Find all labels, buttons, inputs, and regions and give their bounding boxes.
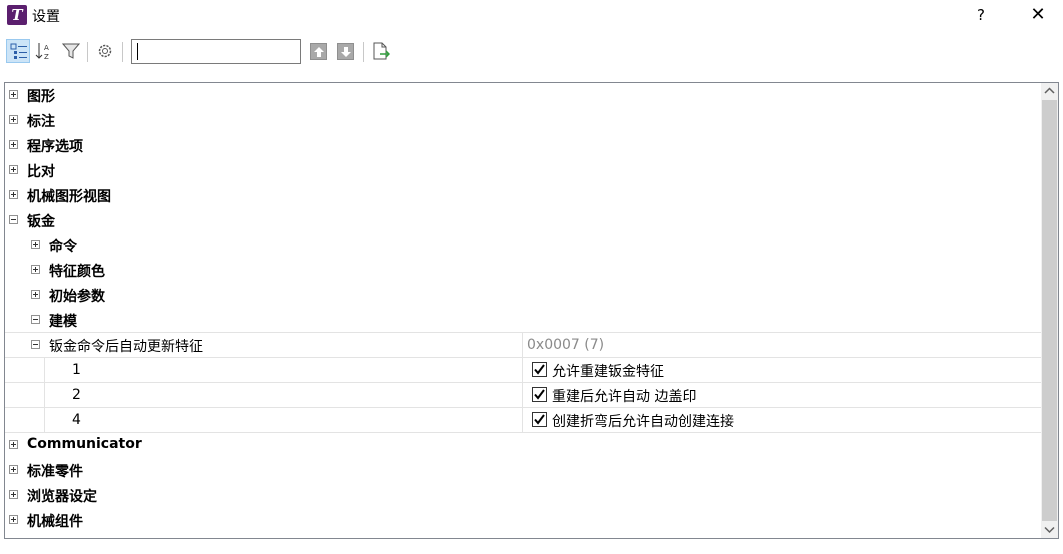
flag-index: 4 <box>72 412 81 428</box>
tree-node-mechanical-views[interactable]: 机械图形视图 <box>5 183 1041 208</box>
tree-node-label: 标注 <box>27 114 55 130</box>
flag-checkbox[interactable] <box>532 412 547 427</box>
expand-plus-icon[interactable] <box>9 140 18 149</box>
expand-plus-icon[interactable] <box>31 265 40 274</box>
tree-node-communicator[interactable]: Communicator <box>5 433 1041 458</box>
categorized-view-button[interactable] <box>6 39 30 63</box>
settings-tree-panel: 图形 标注 程序选项 比对 机械图形视图 钣金 命令 特征颜色 初始参数 建模 … <box>4 82 1059 539</box>
tree-node-label: 机械图形视图 <box>27 189 111 205</box>
tree-node-label: 初始参数 <box>49 289 105 305</box>
move-up-icon <box>314 47 324 57</box>
export-icon <box>373 42 390 60</box>
window-title: 设置 <box>32 9 60 25</box>
filter-icon <box>62 43 80 59</box>
tree-node-annotation[interactable]: 标注 <box>5 108 1041 133</box>
tree-node-modeling[interactable]: 建模 <box>5 308 1041 333</box>
flag-row: 1 允许重建钣金特征 <box>5 358 1041 383</box>
tree-node-sheetmetal[interactable]: 钣金 <box>5 208 1041 233</box>
tree-node-feature-colors[interactable]: 特征颜色 <box>5 258 1041 283</box>
move-down-button[interactable] <box>337 43 354 60</box>
flag-checkbox[interactable] <box>532 362 547 377</box>
expand-plus-icon[interactable] <box>9 490 18 499</box>
tree-node-label: 比对 <box>27 164 55 180</box>
expand-plus-icon[interactable] <box>9 115 18 124</box>
flag-label: 重建后允许自动 边盖印 <box>552 389 697 405</box>
checkmark-icon <box>534 414 545 425</box>
property-value: 0x0007 (7) <box>527 337 605 353</box>
text-cursor <box>137 43 138 60</box>
filter-button[interactable] <box>59 39 83 63</box>
checkmark-icon <box>534 389 545 400</box>
flag-row: 2 重建后允许自动 边盖印 <box>5 383 1041 408</box>
tree-node-compare[interactable]: 比对 <box>5 158 1041 183</box>
chevron-down-icon <box>1044 526 1055 534</box>
collapse-minus-icon[interactable] <box>31 340 40 349</box>
tree-node-label: Communicator <box>27 436 142 452</box>
tree-node-label: 机械组件 <box>27 514 83 530</box>
search-input[interactable] <box>131 39 301 64</box>
property-row-auto-update[interactable]: 钣金命令后自动更新特征 0x0007 (7) <box>5 333 1041 358</box>
tree-node-label: 特征颜色 <box>49 264 105 280</box>
expand-plus-icon[interactable] <box>31 240 40 249</box>
indent-divider <box>44 357 45 433</box>
flag-index: 2 <box>72 387 81 403</box>
tree-node-label: 图形 <box>27 89 55 105</box>
scroll-down-button[interactable] <box>1041 521 1058 538</box>
tree-node-commands[interactable]: 命令 <box>5 233 1041 258</box>
categorized-view-icon <box>10 43 27 59</box>
tree-node-label: 建模 <box>49 314 77 330</box>
toolbar-separator <box>122 42 123 62</box>
toolbar: A Z <box>0 36 1063 68</box>
expand-plus-icon[interactable] <box>9 190 18 199</box>
checkmark-icon <box>534 364 545 375</box>
sort-alphabetical-icon: A Z <box>35 43 49 60</box>
expand-plus-icon[interactable] <box>31 290 40 299</box>
tree-node-label: 浏览器设定 <box>27 489 97 505</box>
scroll-up-button[interactable] <box>1041 83 1058 100</box>
app-logo-icon: T <box>7 5 27 25</box>
flag-label: 创建折弯后允许自动创建连接 <box>552 414 734 430</box>
tree-node-label: 程序选项 <box>27 139 83 155</box>
chevron-up-icon <box>1044 87 1055 94</box>
tree-node-browser-settings[interactable]: 浏览器设定 <box>5 483 1041 508</box>
options-button[interactable] <box>93 39 117 63</box>
svg-text:Z: Z <box>44 53 49 60</box>
flag-row: 4 创建折弯后允许自动创建连接 <box>5 408 1041 433</box>
property-name: 钣金命令后自动更新特征 <box>49 339 203 355</box>
toolbar-separator <box>87 42 88 62</box>
expand-plus-icon[interactable] <box>9 465 18 474</box>
tree-node-graphics[interactable]: 图形 <box>5 83 1041 108</box>
tree-node-program-options[interactable]: 程序选项 <box>5 133 1041 158</box>
help-button[interactable]: ? <box>968 4 994 26</box>
move-up-button[interactable] <box>310 43 327 60</box>
tree-node-standard-parts[interactable]: 标准零件 <box>5 458 1041 483</box>
collapse-minus-icon[interactable] <box>9 215 18 224</box>
expand-plus-icon[interactable] <box>9 165 18 174</box>
settings-gear-icon <box>98 44 112 58</box>
tree-node-initial-params[interactable]: 初始参数 <box>5 283 1041 308</box>
tree-node-label: 命令 <box>49 239 77 255</box>
flag-checkbox[interactable] <box>532 387 547 402</box>
tree-node-label: 标准零件 <box>27 464 83 480</box>
sort-alphabetical-button[interactable]: A Z <box>32 39 56 63</box>
close-button[interactable]: ✕ <box>1022 2 1054 28</box>
flag-label: 允许重建钣金特征 <box>552 364 664 380</box>
vertical-scrollbar[interactable] <box>1041 83 1058 538</box>
export-button[interactable] <box>369 39 393 63</box>
expand-plus-icon[interactable] <box>9 515 18 524</box>
flag-index: 1 <box>72 362 81 378</box>
svg-text:A: A <box>44 44 49 52</box>
toolbar-separator <box>363 42 364 62</box>
move-down-icon <box>341 47 351 57</box>
tree-node-label: 钣金 <box>27 214 55 230</box>
collapse-minus-icon[interactable] <box>31 315 40 324</box>
scrollbar-thumb[interactable] <box>1042 100 1057 521</box>
column-divider <box>522 332 523 433</box>
title-bar: T 设置 ? ✕ <box>0 0 1063 30</box>
expand-plus-icon[interactable] <box>9 90 18 99</box>
tree-node-mechanical-components[interactable]: 机械组件 <box>5 508 1041 533</box>
expand-plus-icon[interactable] <box>9 440 18 449</box>
